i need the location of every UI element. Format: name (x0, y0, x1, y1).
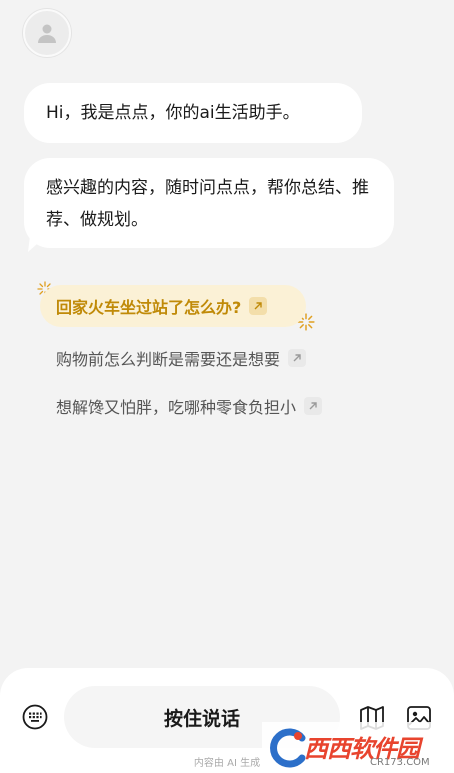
bubble-tail-icon (28, 236, 46, 252)
suggestion-text: 回家火车坐过站了怎么办? (56, 298, 242, 317)
intro-text: 感兴趣的内容，随时问点点，帮你总结、推荐、做规划。 (46, 178, 369, 230)
watermark-site: CR173.COM (370, 757, 430, 768)
suggestion-text: 购物前怎么判断是需要还是想要 (56, 350, 281, 369)
chat-screen: Hi，我是点点，你的ai生活助手。 感兴趣的内容，随时问点点，帮你总结、推荐、做… (0, 0, 454, 773)
suggestion-item[interactable]: 想解馋又怕胖，吃哪种零食负担小 (40, 385, 338, 427)
arrow-up-right-icon (288, 349, 307, 367)
intro-bubble: 感兴趣的内容，随时问点点，帮你总结、推荐、做规划。 (24, 158, 394, 248)
suggestion-item[interactable]: 购物前怎么判断是需要还是想要 (40, 337, 322, 379)
avatar-icon (38, 24, 56, 43)
suggestion-text: 想解馋又怕胖，吃哪种零食负担小 (56, 398, 297, 417)
greeting-text: Hi，我是点点，你的ai生活助手。 (46, 103, 300, 123)
suggestion-item[interactable]: 回家火车坐过站了怎么办? (40, 285, 306, 327)
hold-to-talk-label: 按住说话 (163, 707, 240, 730)
arrow-up-right-icon (304, 397, 323, 415)
assistant-avatar[interactable] (23, 9, 71, 57)
watermark-logo-icon (270, 728, 306, 768)
arrow-up-right-icon (249, 297, 268, 315)
greeting-bubble: Hi，我是点点，你的ai生活助手。 (24, 83, 362, 143)
keyboard-icon[interactable] (22, 704, 48, 730)
site-watermark: 西西软件园 CR173.COM (262, 722, 454, 773)
